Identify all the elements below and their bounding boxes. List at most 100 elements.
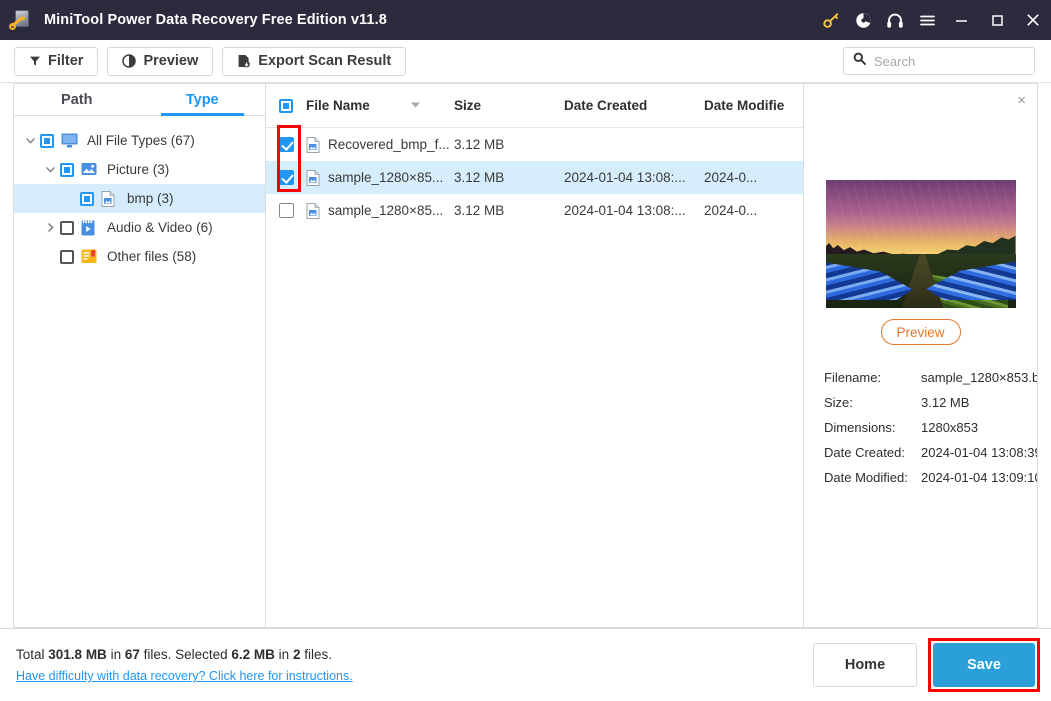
row-name-cell: Recovered_bmp_f... <box>306 136 454 153</box>
tree-item-picture[interactable]: Picture (3) <box>14 155 265 184</box>
tree-checkbox-bmp[interactable] <box>80 191 94 206</box>
save-button-wrapper: Save <box>928 638 1040 692</box>
maximize-icon[interactable] <box>979 0 1015 40</box>
metadata-label: Size: <box>824 395 853 410</box>
metadata-row-size: Size: 3.12 MB <box>824 390 1037 415</box>
status-area: Total 301.8 MB in 67 files. Selected 6.2… <box>16 647 353 683</box>
column-header-date-created[interactable]: Date Created <box>564 98 704 113</box>
row-checkbox[interactable] <box>278 170 294 185</box>
tree-checkbox-picture[interactable] <box>60 162 74 177</box>
tree-item-other-files[interactable]: Other files (58) <box>14 242 265 271</box>
footer-buttons: Home Save <box>813 638 1040 692</box>
selected-middle: in <box>274 647 293 662</box>
save-button[interactable]: Save <box>933 643 1035 687</box>
export-label: Export Scan Result <box>258 53 392 69</box>
metadata-row-dimensions: Dimensions: 1280x853 <box>824 415 1037 440</box>
tree-item-audio-video[interactable]: Audio & Video (6) <box>14 213 265 242</box>
chevron-down-icon[interactable] <box>20 135 40 146</box>
tree-label-audio-video: Audio & Video (6) <box>107 220 213 235</box>
tree-label-picture: Picture (3) <box>107 162 170 177</box>
tree-item-all-file-types[interactable]: All File Types (67) <box>14 126 265 155</box>
search-input[interactable] <box>874 53 1025 69</box>
monitor-icon <box>61 133 80 148</box>
home-button[interactable]: Home <box>813 643 917 687</box>
metadata-label: Filename: <box>824 370 882 385</box>
preview-panel: × Preview Filename: sample_1280×853.b Si… <box>803 83 1038 628</box>
row-file-name: sample_1280×85... <box>328 170 444 185</box>
tree-label-other-files: Other files (58) <box>107 249 197 264</box>
tab-path[interactable]: Path <box>14 84 140 115</box>
row-checkbox-cell[interactable] <box>266 203 306 218</box>
preview-open-button[interactable]: Preview <box>880 319 961 345</box>
row-name-cell: sample_1280×85... <box>306 202 454 219</box>
row-checkbox-cell[interactable] <box>266 170 306 185</box>
column-header-size[interactable]: Size <box>454 98 564 113</box>
other-files-icon <box>81 249 100 264</box>
bmp-file-icon <box>306 169 322 186</box>
help-link[interactable]: Have difficulty with data recovery? Clic… <box>16 669 353 683</box>
bmp-file-icon <box>101 190 120 207</box>
bmp-file-icon <box>306 136 322 153</box>
filter-icon <box>29 55 41 67</box>
row-date-created: 2024-01-04 13:08:... <box>564 203 686 218</box>
tree-label-bmp: bmp (3) <box>127 191 174 206</box>
filter-label: Filter <box>48 53 84 69</box>
disc-icon[interactable] <box>847 0 879 40</box>
sort-caret-icon[interactable] <box>410 101 421 111</box>
column-header-file-name[interactable]: File Name <box>306 98 454 113</box>
picture-icon <box>81 162 100 177</box>
file-list-header: File Name Size Date Created Date Modifie <box>266 84 803 128</box>
preview-label: Preview <box>143 53 199 69</box>
metadata-value: 1280x853 <box>921 420 979 435</box>
search-box[interactable] <box>843 47 1035 75</box>
file-type-tree: All File Types (67) Picture (3) bmp (3) … <box>14 116 265 627</box>
menu-icon[interactable] <box>911 0 943 40</box>
video-icon <box>81 220 100 236</box>
key-icon[interactable] <box>815 0 847 40</box>
metadata-value: 2024-01-04 13:09:10 <box>921 470 1037 485</box>
selected-suffix: files. <box>300 647 332 662</box>
tree-label-all-file-types: All File Types (67) <box>87 133 195 148</box>
app-logo-icon <box>9 8 33 32</box>
filter-button[interactable]: Filter <box>14 46 99 76</box>
toolbar: Filter Preview Export Scan Result <box>0 40 1051 83</box>
row-checkbox[interactable] <box>278 137 294 152</box>
table-row[interactable]: Recovered_bmp_f... 3.12 MB <box>266 128 803 161</box>
metadata-label: Date Modified: <box>824 470 908 485</box>
preview-metadata: Filename: sample_1280×853.b Size: 3.12 M… <box>804 365 1037 490</box>
selected-size: 6.2 MB <box>231 647 275 662</box>
main-body: Path Type All File Types (67) Picture (3… <box>0 83 1051 628</box>
preview-eye-icon <box>122 54 137 68</box>
close-preview-icon[interactable]: × <box>1017 93 1026 108</box>
select-all-box[interactable] <box>279 98 293 113</box>
tab-type[interactable]: Type <box>140 84 266 116</box>
table-row[interactable]: sample_1280×85... 3.12 MB 2024-01-04 13:… <box>266 194 803 227</box>
headphones-icon[interactable] <box>879 0 911 40</box>
export-icon <box>237 54 251 68</box>
preview-thumbnail[interactable] <box>825 180 1016 308</box>
tree-checkbox-all-file-types[interactable] <box>40 133 54 148</box>
metadata-row-date-modified: Date Modified: 2024-01-04 13:09:10 <box>824 465 1037 490</box>
row-checkbox-cell[interactable] <box>266 137 306 152</box>
row-file-name: Recovered_bmp_f... <box>328 137 450 152</box>
metadata-row-date-created: Date Created: 2024-01-04 13:08:39 <box>824 440 1037 465</box>
row-checkbox[interactable] <box>278 203 294 218</box>
total-prefix: Total <box>16 647 49 662</box>
close-icon[interactable] <box>1015 0 1051 40</box>
export-scan-result-button[interactable]: Export Scan Result <box>222 46 407 76</box>
footer-bar: Total 301.8 MB in 67 files. Selected 6.2… <box>0 628 1051 701</box>
chevron-down-icon[interactable] <box>40 164 60 175</box>
table-row[interactable]: sample_1280×85... 3.12 MB 2024-01-04 13:… <box>266 161 803 194</box>
select-all-checkbox[interactable] <box>266 98 306 113</box>
file-list-panel: File Name Size Date Created Date Modifie <box>265 83 804 628</box>
tree-checkbox-audio-video[interactable] <box>60 220 74 235</box>
file-list-rows: Recovered_bmp_f... 3.12 MB sample_1280×8… <box>266 125 803 227</box>
row-name-cell: sample_1280×85... <box>306 169 454 186</box>
tree-item-bmp[interactable]: bmp (3) <box>14 184 265 213</box>
chevron-right-icon[interactable] <box>40 222 60 233</box>
metadata-label: Date Created: <box>824 445 905 460</box>
preview-button[interactable]: Preview <box>107 46 214 76</box>
minimize-icon[interactable] <box>943 0 979 40</box>
tree-checkbox-other-files[interactable] <box>60 249 74 264</box>
title-bar: MiniTool Power Data Recovery Free Editio… <box>0 0 1051 40</box>
